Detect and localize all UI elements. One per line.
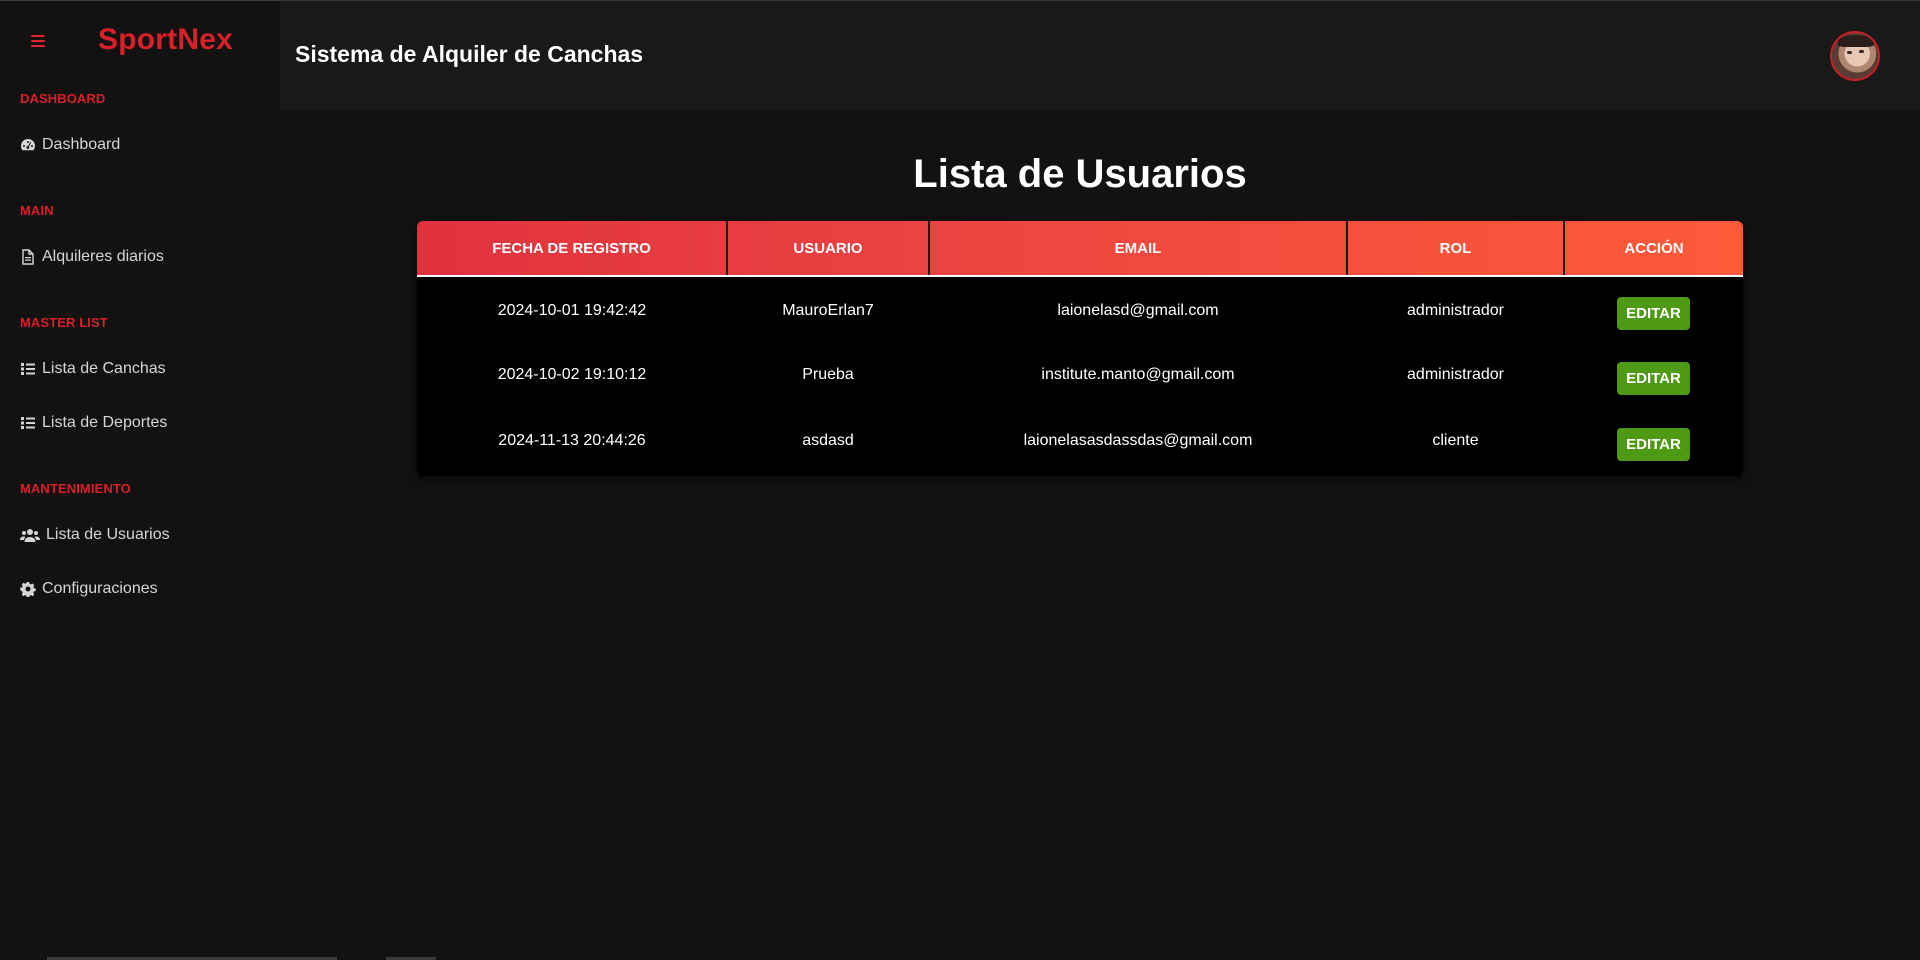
sidebar-item-configuraciones[interactable]: Configuraciones <box>20 578 158 600</box>
column-header-rol[interactable]: ROL <box>1347 221 1565 277</box>
sidebar-section-mantenimiento: MANTENIMIENTO <box>20 481 131 496</box>
cell-email: laionelasd@gmail.com <box>1057 301 1219 319</box>
cell-usuario: asdasd <box>802 432 854 449</box>
column-header-fecha[interactable]: FECHA DE REGISTRO <box>417 221 728 277</box>
gauge-icon <box>20 137 36 153</box>
table-header-row: FECHA DE REGISTRO USUARIO EMAIL ROL ACCI… <box>417 221 1743 277</box>
users-icon <box>20 527 40 543</box>
edit-button[interactable]: EDITAR <box>1617 361 1690 395</box>
page-title: Lista de Usuarios <box>913 152 1247 196</box>
sidebar-item-dashboard[interactable]: Dashboard <box>20 134 120 156</box>
list-icon <box>20 361 36 377</box>
column-header-accion: ACCIÓN <box>1564 221 1743 277</box>
table-row: 2024-11-13 20:44:26 asdasd laionelasasda… <box>417 408 1743 474</box>
users-table-card: FECHA DE REGISTRO USUARIO EMAIL ROL ACCI… <box>417 221 1743 476</box>
user-avatar[interactable] <box>1830 31 1880 81</box>
hamburger-menu-icon[interactable] <box>28 33 48 49</box>
cell-usuario: Prueba <box>802 366 854 383</box>
top-header: Sistema de Alquiler de Canchas <box>280 1 1920 111</box>
list-icon <box>20 415 36 431</box>
gear-icon <box>20 581 36 597</box>
sidebar-item-label: Lista de Usuarios <box>46 526 170 543</box>
table-row: 2024-10-01 19:42:42 MauroErlan7 laionela… <box>417 276 1743 342</box>
header-title: Sistema de Alquiler de Canchas <box>295 41 644 67</box>
cell-fecha: 2024-10-01 19:42:42 <box>497 301 647 319</box>
sidebar: SportNex DASHBOARD Dashboard MAIN Alquil… <box>0 1 280 960</box>
edit-button[interactable]: EDITAR <box>1617 297 1690 330</box>
brand-row: SportNex <box>0 1 280 87</box>
sidebar-item-label: Dashboard <box>42 136 121 153</box>
sidebar-item-label: Lista de Canchas <box>42 360 166 377</box>
brand-logo[interactable]: SportNex <box>98 23 233 57</box>
table-row: 2024-10-02 19:10:12 Prueba institute.man… <box>417 342 1743 408</box>
sidebar-item-label: Configuraciones <box>42 580 158 597</box>
cell-fecha: 2024-10-02 19:10:12 <box>497 366 647 383</box>
sidebar-item-label: Lista de Deportes <box>42 414 168 431</box>
sidebar-item-label: Alquileres diarios <box>42 248 164 265</box>
cell-accion: EDITAR <box>1564 276 1743 342</box>
sidebar-section-dashboard: DASHBOARD <box>20 91 106 106</box>
users-table: FECHA DE REGISTRO USUARIO EMAIL ROL ACCI… <box>417 221 1743 474</box>
sidebar-item-lista-usuarios[interactable]: Lista de Usuarios <box>20 524 170 546</box>
cell-email: institute.manto@gmail.com <box>1041 366 1235 383</box>
document-icon <box>20 249 36 265</box>
cell-rol: administrador <box>1407 301 1504 319</box>
cell-rol: cliente <box>1432 432 1479 449</box>
sidebar-item-alquileres[interactable]: Alquileres diarios <box>20 246 164 268</box>
sidebar-section-master-list: MASTER LIST <box>20 315 108 330</box>
sidebar-item-lista-deportes[interactable]: Lista de Deportes <box>20 412 167 434</box>
cell-accion: EDITAR <box>1564 342 1743 408</box>
cell-email: laionelasasdassdas@gmail.com <box>1023 432 1253 449</box>
cell-accion: EDITAR <box>1564 408 1743 474</box>
cell-usuario: MauroErlan7 <box>782 301 874 319</box>
edit-button[interactable]: EDITAR <box>1617 427 1690 461</box>
column-header-email[interactable]: EMAIL <box>929 221 1348 277</box>
column-header-usuario[interactable]: USUARIO <box>727 221 930 277</box>
sidebar-section-main: MAIN <box>20 203 54 218</box>
cell-fecha: 2024-11-13 20:44:26 <box>498 432 646 449</box>
cell-rol: administrador <box>1407 366 1504 383</box>
sidebar-item-lista-canchas[interactable]: Lista de Canchas <box>20 358 166 380</box>
